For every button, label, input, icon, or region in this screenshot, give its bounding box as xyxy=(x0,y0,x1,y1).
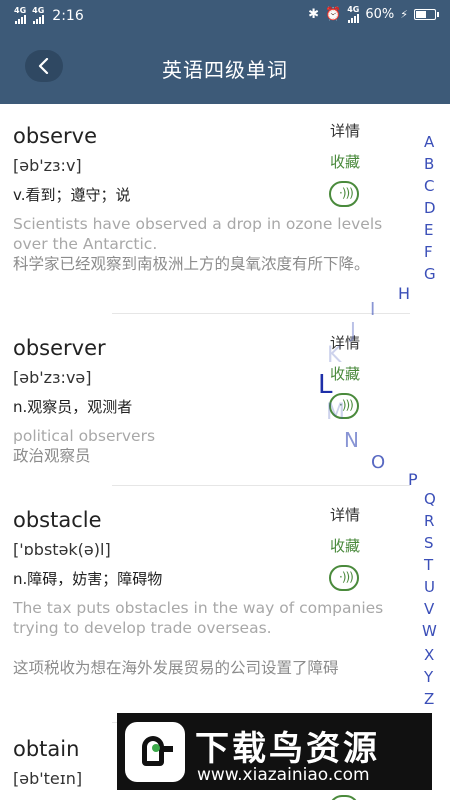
app-header: 英语四级单词 xyxy=(0,30,450,104)
index-letter-a[interactable]: A xyxy=(424,133,434,151)
example-en: The tax puts obstacles in the way of com… xyxy=(13,599,384,637)
phonetic-text: [əb'zɜ:və] xyxy=(13,368,92,387)
index-letter-f[interactable]: F xyxy=(424,243,433,261)
index-letter-n[interactable]: N xyxy=(344,428,359,452)
index-letter-m[interactable]: M xyxy=(326,400,345,425)
index-letter-e[interactable]: E xyxy=(424,221,433,239)
word-text: observer xyxy=(13,336,106,360)
index-letter-h[interactable]: H xyxy=(398,284,410,303)
watermark-name: 下载鸟资源 xyxy=(195,729,380,769)
battery-percent: 60% xyxy=(365,7,395,22)
meaning-text: n.观察员，观测者 xyxy=(13,398,133,416)
page-title: 英语四级单词 xyxy=(162,58,288,82)
word-text: obstacle xyxy=(13,508,102,532)
meaning-text: v.看到；遵守；说 xyxy=(13,186,131,204)
meaning-text: n.障碍，妨害；障碍物 xyxy=(13,570,163,588)
index-letter-d[interactable]: D xyxy=(424,199,436,217)
play-audio-button[interactable]: ·))) xyxy=(329,795,359,800)
signal-icon: 4G xyxy=(347,6,359,23)
signal-icon: 4G xyxy=(14,7,26,24)
index-letter-r[interactable]: R xyxy=(424,512,434,530)
phonetic-text: [əb'zɜ:v] xyxy=(13,156,82,175)
battery-icon xyxy=(414,9,439,20)
divider xyxy=(112,485,410,486)
status-time: 2:16 xyxy=(52,7,84,24)
example-cn: 科学家已经观察到南极洲上方的臭氧浓度有所下降。 xyxy=(13,255,370,273)
index-letter-g[interactable]: G xyxy=(424,265,436,283)
index-letter-x[interactable]: X xyxy=(424,646,434,664)
index-letter-j[interactable]: J xyxy=(350,318,356,342)
index-letter-z[interactable]: Z xyxy=(424,690,434,708)
index-letter-v[interactable]: V xyxy=(424,600,434,618)
example-cn: 这项税收为想在海外发展贸易的公司设置了障碍 xyxy=(13,659,339,677)
charging-icon: ⚡ xyxy=(400,8,408,21)
play-audio-button[interactable]: ·))) xyxy=(329,181,359,207)
index-letter-y[interactable]: Y xyxy=(424,668,433,686)
index-letter-u[interactable]: U xyxy=(424,578,435,596)
favorite-button[interactable]: 收藏 xyxy=(330,535,360,556)
index-letter-q[interactable]: Q xyxy=(424,490,436,508)
bird-logo-icon xyxy=(125,722,185,782)
index-letter-i[interactable]: I xyxy=(370,299,375,320)
watermark-banner: 下载鸟资源 www.xiazainiao.com xyxy=(117,713,432,790)
word-text: obtain xyxy=(13,737,80,761)
index-letter-w[interactable]: W xyxy=(422,622,437,640)
divider xyxy=(112,313,410,314)
watermark-url: www.xiazainiao.com xyxy=(197,765,370,785)
signal-icon: 4G xyxy=(32,7,44,24)
detail-button[interactable]: 详情 xyxy=(330,120,360,141)
status-bar: 4G 4G 2:16 ✱ ⏰ 4G 60% ⚡ xyxy=(0,0,450,30)
index-letter-k[interactable]: K xyxy=(327,343,341,368)
sound-icon: ·))) xyxy=(339,570,354,584)
index-letter-c[interactable]: C xyxy=(424,177,434,195)
index-letter-b[interactable]: B xyxy=(424,155,434,173)
index-letter-p[interactable]: P xyxy=(408,470,418,489)
index-letter-o[interactable]: O xyxy=(371,452,385,473)
index-letter-t[interactable]: T xyxy=(424,556,433,574)
play-audio-button[interactable]: ·))) xyxy=(329,565,359,591)
favorite-button[interactable]: 收藏 xyxy=(330,151,360,172)
index-letter-l[interactable]: L xyxy=(318,370,333,400)
bluetooth-icon: ✱ xyxy=(308,7,320,22)
phonetic-text: ['ɒbstək(ə)l] xyxy=(13,540,111,559)
word-text: observe xyxy=(13,124,98,148)
phonetic-text: [əb'teɪn] xyxy=(13,769,83,788)
alarm-icon: ⏰ xyxy=(325,7,342,22)
detail-button[interactable]: 详情 xyxy=(330,504,360,525)
index-letter-s[interactable]: S xyxy=(424,534,434,552)
example-en: Scientists have observed a drop in ozone… xyxy=(13,215,383,253)
sound-icon: ·))) xyxy=(339,186,354,200)
